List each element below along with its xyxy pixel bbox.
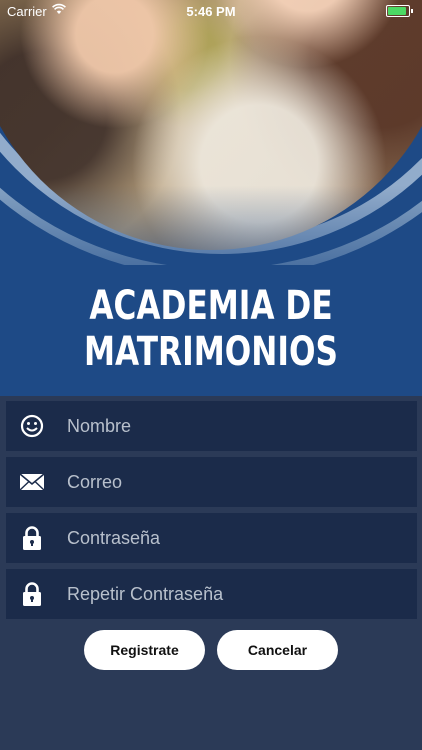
email-field — [6, 457, 417, 507]
lock-icon — [18, 580, 46, 608]
register-button[interactable]: Registrate — [84, 630, 205, 670]
battery-level — [388, 7, 406, 15]
smiley-icon — [18, 412, 46, 440]
envelope-icon — [18, 468, 46, 496]
password-field — [6, 513, 417, 563]
battery-icon — [386, 5, 413, 17]
repeat-password-field — [6, 569, 417, 619]
app-title-line1: ACADEMIA DE — [89, 283, 333, 329]
repeat-password-input[interactable] — [67, 584, 397, 605]
email-input[interactable] — [67, 472, 397, 493]
password-input[interactable] — [67, 528, 397, 549]
clock: 5:46 PM — [186, 4, 236, 19]
status-bar: Carrier 5:46 PM — [0, 0, 422, 22]
app-title-line2: MATRIMONIOS — [84, 329, 338, 375]
name-field — [6, 401, 417, 451]
hero-photo — [0, 0, 422, 265]
title-band: ACADEMIA DE MATRIMONIOS — [0, 265, 422, 396]
lock-icon — [18, 524, 46, 552]
name-input[interactable] — [67, 416, 397, 437]
cancel-button[interactable]: Cancelar — [217, 630, 338, 670]
